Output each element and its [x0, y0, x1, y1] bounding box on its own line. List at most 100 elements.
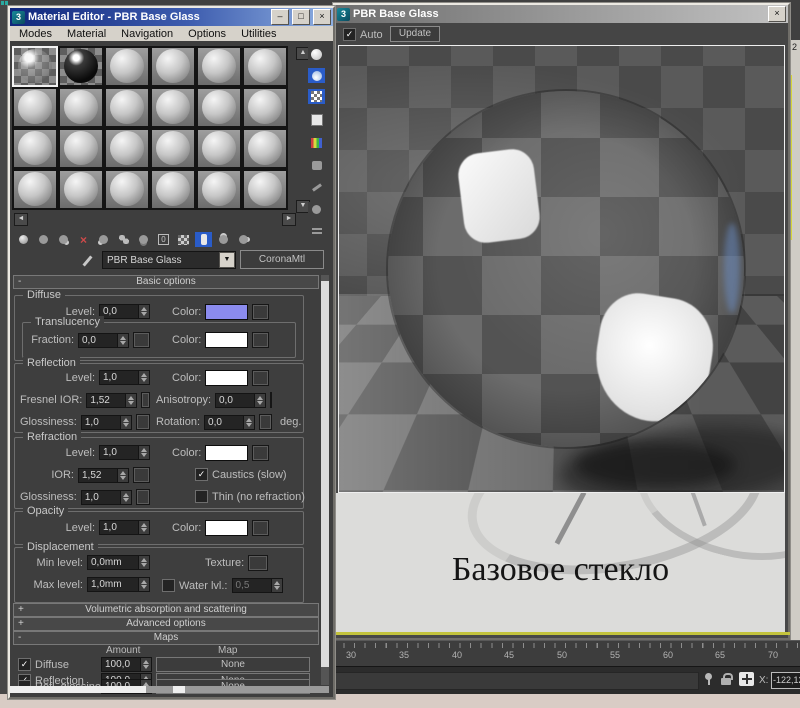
min-level-spinner[interactable]: 0,0mm [87, 555, 150, 570]
diffuse-color-swatch[interactable] [205, 304, 248, 320]
refraction-glossiness-map-button[interactable] [136, 489, 150, 505]
thin-checkbox[interactable] [195, 490, 208, 503]
thin-label[interactable]: Thin (no refraction) [212, 491, 305, 503]
options-icon[interactable] [308, 180, 325, 195]
caustics-label[interactable]: Caustics (slow) [212, 469, 287, 481]
params-vertical-scrollbar[interactable] [321, 275, 329, 685]
backlight-icon[interactable] [308, 68, 325, 83]
scrollbar-notch[interactable] [173, 686, 185, 693]
sample-slot[interactable] [104, 128, 150, 169]
caustics-checkbox[interactable]: ✓ [195, 468, 208, 481]
refraction-level-spinner[interactable]: 1,0 [99, 445, 150, 460]
menu-options[interactable]: Options [188, 28, 226, 40]
sample-slot[interactable] [150, 46, 196, 87]
spinner-arrows[interactable] [121, 490, 132, 505]
diffuse-level-spinner[interactable]: 0,0 [99, 304, 150, 319]
spinner-arrows[interactable] [139, 520, 150, 535]
water-level-spinner[interactable]: 0,5 [232, 578, 283, 593]
spinner-arrows[interactable] [139, 445, 150, 460]
texture-map-button[interactable] [248, 555, 268, 571]
water-level-checkbox[interactable] [162, 579, 175, 592]
sample-slot[interactable] [12, 128, 58, 169]
go-to-parent-icon[interactable] [215, 232, 232, 247]
max-level-spinner[interactable]: 1,0mm [87, 577, 150, 592]
render-window-titlebar[interactable]: 3 PBR Base Glass × [335, 5, 788, 23]
get-material-icon[interactable] [15, 232, 32, 247]
sample-slot[interactable] [58, 169, 104, 210]
make-preview-icon[interactable] [308, 158, 325, 173]
ior-spinner[interactable]: 1,52 [78, 468, 129, 483]
opacity-color-map-button[interactable] [252, 520, 269, 536]
x-coordinate-field[interactable]: -122,123m [771, 672, 800, 689]
translucency-color-map-button[interactable] [252, 332, 269, 348]
sample-slot[interactable] [196, 169, 242, 210]
close-button[interactable]: × [768, 6, 786, 22]
spinner-arrows[interactable] [139, 577, 150, 592]
material-id-channel-icon[interactable]: 0 [155, 232, 172, 247]
sample-slot[interactable] [242, 46, 288, 87]
menu-utilities[interactable]: Utilities [241, 28, 276, 40]
make-unique-icon[interactable] [115, 232, 132, 247]
sample-slot[interactable] [242, 87, 288, 128]
scrollbar-thumb[interactable] [321, 281, 329, 667]
sample-type-icon[interactable] [308, 47, 325, 62]
make-material-copy-icon[interactable] [95, 232, 112, 247]
sample-slot[interactable] [58, 87, 104, 128]
spinner-arrows[interactable] [139, 304, 150, 319]
sample-slot[interactable] [242, 128, 288, 169]
video-color-check-icon[interactable] [308, 135, 325, 150]
diffuse-color-map-button[interactable] [252, 304, 269, 320]
sample-slot[interactable] [12, 169, 58, 210]
spinner-arrows[interactable] [118, 333, 129, 348]
refraction-color-swatch[interactable] [205, 445, 248, 461]
sample-slot[interactable] [242, 169, 288, 210]
pick-material-eyedropper[interactable] [84, 253, 98, 267]
water-level-label[interactable]: Water lvl.: [179, 580, 228, 592]
transform-gizmo-icon[interactable] [739, 672, 754, 686]
maximize-button[interactable]: □ [292, 9, 310, 25]
sample-slot[interactable] [104, 169, 150, 210]
sample-slot[interactable] [12, 87, 58, 128]
sample-slot[interactable] [58, 128, 104, 169]
reset-material-icon[interactable]: × [75, 232, 92, 247]
scrollbar-thumb[interactable] [10, 686, 146, 693]
put-material-to-scene-icon[interactable] [35, 232, 52, 247]
translucency-fraction-spinner[interactable]: 0,0 [78, 333, 129, 348]
scroll-left-button[interactable]: ◄ [14, 213, 28, 226]
refraction-color-map-button[interactable] [252, 445, 269, 461]
select-by-material-icon[interactable] [308, 202, 325, 217]
auto-update-checkbox[interactable]: ✓ [343, 28, 356, 41]
spinner-arrows[interactable] [139, 370, 150, 385]
material-map-navigator-icon[interactable] [308, 224, 325, 239]
sample-slot[interactable] [104, 87, 150, 128]
reflection-glossiness-spinner[interactable]: 1,0 [81, 415, 132, 430]
background-toggle-icon[interactable] [308, 89, 325, 104]
put-to-library-icon[interactable] [135, 232, 152, 247]
map-enable-checkbox[interactable]: ✓ [18, 658, 31, 671]
sample-slot-active[interactable] [12, 46, 58, 87]
sample-slot[interactable] [196, 87, 242, 128]
reflection-color-map-button[interactable] [252, 370, 269, 386]
rotation-spinner[interactable]: 0,0 [204, 415, 255, 430]
go-forward-to-sibling-icon[interactable] [235, 232, 252, 247]
ior-map-button[interactable] [133, 467, 150, 483]
sample-slot[interactable] [150, 169, 196, 210]
fresnel-ior-spinner[interactable]: 1,52 [86, 393, 137, 408]
rollout-volumetric[interactable]: + Volumetric absorption and scattering [13, 603, 319, 617]
material-editor-titlebar[interactable]: 3 Material Editor - PBR Base Glass – □ × [10, 8, 333, 26]
spinner-arrows[interactable] [244, 415, 255, 430]
rollout-basic-options[interactable]: - Basic options [13, 275, 319, 289]
refraction-glossiness-spinner[interactable]: 1,0 [81, 490, 132, 505]
auto-label[interactable]: Auto [360, 29, 383, 41]
sample-slot[interactable] [150, 87, 196, 128]
spinner-arrows[interactable] [118, 468, 129, 483]
spinner-arrows[interactable] [126, 393, 137, 408]
sample-slot[interactable] [104, 46, 150, 87]
reflection-level-spinner[interactable]: 1,0 [99, 370, 150, 385]
close-button[interactable]: × [313, 9, 331, 25]
anisotropy-spinner[interactable]: 0,0 [215, 393, 266, 408]
rotation-map-button[interactable] [259, 414, 272, 430]
translucency-map-button[interactable] [133, 332, 150, 348]
menu-modes[interactable]: Modes [19, 28, 52, 40]
anisotropy-map-button[interactable] [270, 392, 272, 408]
